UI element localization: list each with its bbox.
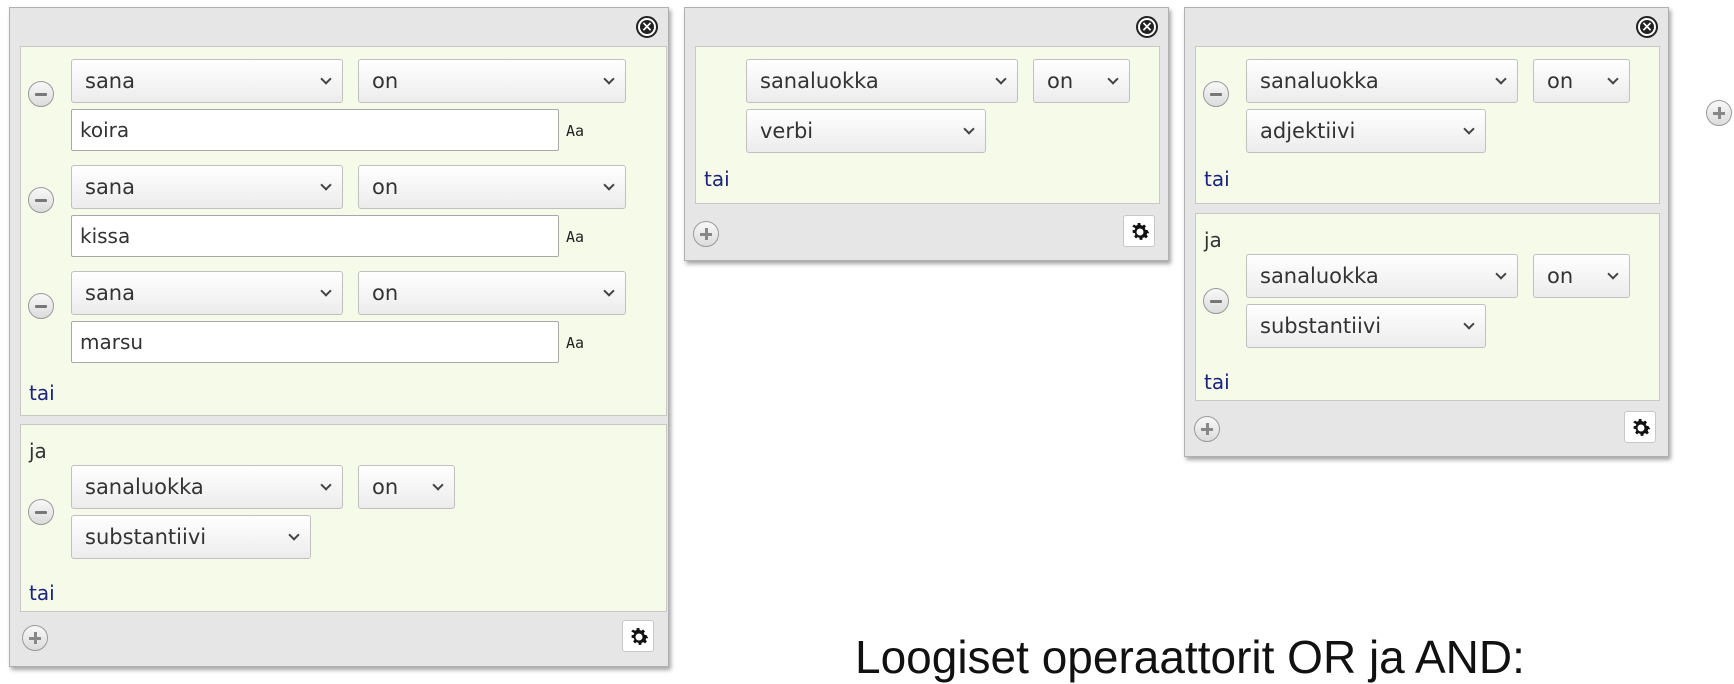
chevron-down-icon (963, 123, 975, 135)
value-select[interactable]: substantiivi (71, 515, 311, 559)
plus-icon[interactable] (22, 625, 48, 651)
minus-icon[interactable] (28, 499, 54, 525)
operator-select-value: on (372, 175, 399, 199)
value-select[interactable]: substantiivi (1246, 304, 1486, 348)
plus-icon[interactable] (693, 221, 719, 247)
or-link[interactable]: tai (1204, 370, 1230, 394)
case-toggle[interactable]: Aa (566, 122, 584, 140)
field-select-value: sana (85, 281, 135, 305)
chevron-down-icon (603, 73, 615, 85)
chevron-down-icon (603, 285, 615, 297)
chevron-down-icon (1607, 268, 1619, 280)
chevron-down-icon (1607, 73, 1619, 85)
chevron-down-icon (603, 179, 615, 191)
operator-select-value: on (372, 69, 399, 93)
close-icon[interactable] (1636, 16, 1658, 38)
or-block-2: ja sanaluokka on substantiivi tai (20, 424, 667, 612)
case-toggle[interactable]: Aa (566, 334, 584, 352)
chevron-down-icon (1107, 73, 1119, 85)
or-link[interactable]: tai (29, 381, 55, 405)
field-select[interactable]: sana (71, 271, 343, 315)
close-icon[interactable] (636, 16, 658, 38)
minus-icon[interactable] (28, 81, 54, 107)
chevron-down-icon (320, 73, 332, 85)
case-toggle[interactable]: Aa (566, 228, 584, 246)
field-select-value: sanaluokka (1260, 264, 1379, 288)
value-select-value: substantiivi (85, 525, 207, 549)
operator-select-value: on (1547, 69, 1574, 93)
field-select[interactable]: sanaluokka (1246, 254, 1518, 298)
chevron-down-icon (1463, 123, 1475, 135)
field-select[interactable]: sana (71, 59, 343, 103)
field-select-value: sanaluokka (1260, 69, 1379, 93)
token-3: sanaluokka on adjektiivi tai ja sanaluok… (1184, 7, 1669, 457)
chevron-down-icon (995, 73, 1007, 85)
token-1: sana on koira Aa sana on kissa Aa (9, 7, 669, 667)
chevron-down-icon (320, 479, 332, 491)
or-link[interactable]: tai (29, 581, 55, 605)
operator-select[interactable]: on (358, 165, 626, 209)
operator-select[interactable]: on (1533, 59, 1630, 103)
add-token-plus-icon[interactable] (1706, 100, 1732, 126)
field-select-value: sana (85, 175, 135, 199)
chevron-down-icon (320, 285, 332, 297)
field-select[interactable]: sanaluokka (71, 465, 343, 509)
value-select-value: verbi (760, 119, 814, 143)
value-select[interactable]: verbi (746, 109, 986, 153)
operator-select[interactable]: on (358, 271, 626, 315)
chevron-down-icon (320, 179, 332, 191)
or-block-1: sana on koira Aa sana on kissa Aa sana o… (20, 46, 667, 416)
value-select[interactable]: adjektiivi (1246, 109, 1486, 153)
operator-select[interactable]: on (358, 465, 455, 509)
chevron-down-icon (1463, 318, 1475, 330)
field-select[interactable]: sana (71, 165, 343, 209)
or-link[interactable]: tai (1204, 167, 1230, 191)
minus-icon[interactable] (28, 293, 54, 319)
minus-icon[interactable] (1203, 288, 1229, 314)
and-label: ja (1204, 228, 1222, 252)
operator-select[interactable]: on (358, 59, 626, 103)
and-label: ja (29, 439, 47, 463)
operator-select-value: on (1047, 69, 1074, 93)
field-select[interactable]: sanaluokka (746, 59, 1018, 103)
value-input[interactable]: kissa (71, 215, 559, 257)
operator-select-value: on (372, 281, 399, 305)
gear-icon[interactable] (1624, 411, 1656, 443)
minus-icon[interactable] (1203, 81, 1229, 107)
chevron-down-icon (288, 529, 300, 541)
operator-select[interactable]: on (1033, 59, 1130, 103)
chevron-down-icon (1495, 268, 1507, 280)
field-select-value: sanaluokka (760, 69, 879, 93)
token-2: sanaluokka on verbi tai (684, 7, 1169, 261)
chevron-down-icon (1495, 73, 1507, 85)
value-input[interactable]: koira (71, 109, 559, 151)
minus-icon[interactable] (28, 187, 54, 213)
value-select-value: substantiivi (1260, 314, 1382, 338)
operator-select-value: on (372, 475, 399, 499)
value-input[interactable]: marsu (71, 321, 559, 363)
field-select[interactable]: sanaluokka (1246, 59, 1518, 103)
operator-select-value: on (1547, 264, 1574, 288)
value-select-value: adjektiivi (1260, 119, 1356, 143)
chevron-down-icon (432, 479, 444, 491)
field-select-value: sanaluokka (85, 475, 204, 499)
gear-icon[interactable] (622, 620, 654, 652)
gear-icon[interactable] (1123, 215, 1155, 247)
or-block-1: sanaluokka on adjektiivi tai (1195, 46, 1660, 204)
caption: Loogiset operaattorit OR ja AND: (855, 631, 1525, 683)
or-block-1: sanaluokka on verbi tai (695, 46, 1160, 204)
close-icon[interactable] (1136, 16, 1158, 38)
field-select-value: sana (85, 69, 135, 93)
plus-icon[interactable] (1194, 416, 1220, 442)
or-block-2: ja sanaluokka on substantiivi tai (1195, 213, 1660, 401)
or-link[interactable]: tai (704, 167, 730, 191)
operator-select[interactable]: on (1533, 254, 1630, 298)
